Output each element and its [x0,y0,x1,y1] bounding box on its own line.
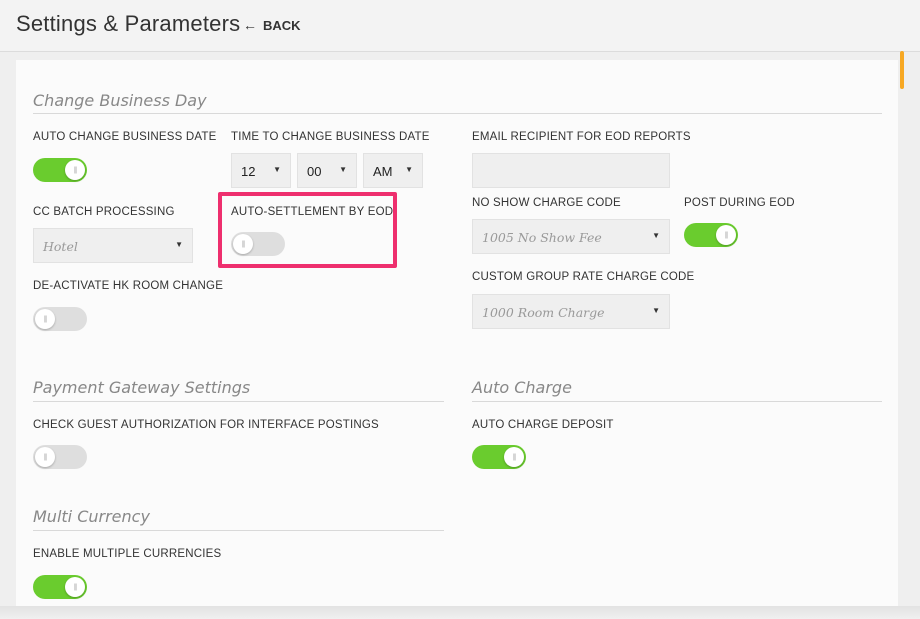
custom-group-rate-label: CUSTOM GROUP RATE CHARGE CODE [472,271,695,283]
section-title-auto-charge: Auto Charge [472,378,572,397]
no-show-charge-code-label: NO SHOW CHARGE CODE [472,197,621,209]
toggle-knob: ||| [35,309,55,329]
group-rate-value: 1000 Room Charge [482,305,605,320]
cc-batch-value: Hotel [43,239,78,254]
auto-settlement-label: AUTO-SETTLEMENT BY EOD [231,206,394,218]
hour-value: 12 [241,164,256,179]
caret-down-icon: ▼ [273,165,281,174]
email-recipient-label: EMAIL RECIPIENT FOR EOD REPORTS [472,131,691,143]
minute-value: 00 [307,164,322,179]
custom-group-rate-select[interactable]: 1000 Room Charge ▼ [472,294,670,329]
grip-icon: ||| [241,240,246,248]
caret-down-icon: ▼ [339,165,347,174]
check-guest-authorization-toggle[interactable]: ||| [33,445,87,469]
scrollbar-thumb[interactable] [900,51,904,89]
hour-select[interactable]: 12 ▼ [231,153,291,188]
auto-charge-deposit-label: AUTO CHARGE DEPOSIT [472,419,614,431]
bottom-edge [0,606,920,619]
auto-charge-deposit-toggle[interactable]: ||| [472,445,526,469]
page-title: Settings & Parameters [16,11,241,36]
scrollbar-track[interactable] [898,52,920,606]
section-title-business-day: Change Business Day [33,91,207,110]
section-divider [33,530,444,531]
enable-multiple-currencies-toggle[interactable]: ||| [33,575,87,599]
check-guest-authorization-label: CHECK GUEST AUTHORIZATION FOR INTERFACE … [33,419,379,431]
section-title-payment-gateway: Payment Gateway Settings [33,378,251,397]
cc-batch-processing-label: CC BATCH PROCESSING [33,206,175,218]
section-title-multi-currency: Multi Currency [33,507,150,526]
caret-down-icon: ▼ [175,240,183,249]
grip-icon: ||| [73,166,78,174]
no-show-charge-code-select[interactable]: 1005 No Show Fee ▼ [472,219,670,254]
auto-change-business-date-toggle[interactable]: ||| [33,158,87,182]
auto-settlement-toggle[interactable]: ||| [231,232,285,256]
deactivate-hk-room-change-toggle[interactable]: ||| [33,307,87,331]
ampm-select[interactable]: AM ▼ [363,153,423,188]
time-to-change-label: TIME TO CHANGE BUSINESS DATE [231,131,430,143]
caret-down-icon: ▼ [652,231,660,240]
minute-select[interactable]: 00 ▼ [297,153,357,188]
enable-multiple-currencies-label: ENABLE MULTIPLE CURRENCIES [33,548,222,560]
section-divider [33,113,882,114]
back-button[interactable]: ← BACK [243,17,301,33]
section-divider [33,401,444,402]
grip-icon: ||| [73,583,78,591]
grip-icon: ||| [512,453,517,461]
grip-icon: ||| [43,453,48,461]
caret-down-icon: ▼ [652,306,660,315]
email-recipient-input[interactable] [472,153,670,188]
auto-change-business-date-label: AUTO CHANGE BUSINESS DATE [33,131,217,143]
toggle-knob: ||| [65,160,85,180]
back-label: BACK [263,17,301,33]
cc-batch-processing-select[interactable]: Hotel ▼ [33,228,193,263]
toggle-knob: ||| [65,577,85,597]
grip-icon: ||| [724,231,729,239]
post-during-eod-label: POST DURING EOD [684,197,795,209]
highlight-box [218,192,397,268]
ampm-value: AM [373,164,393,179]
toggle-knob: ||| [716,225,736,245]
post-during-eod-toggle[interactable]: ||| [684,223,738,247]
no-show-value: 1005 No Show Fee [482,230,602,245]
caret-down-icon: ▼ [405,165,413,174]
toggle-knob: ||| [35,447,55,467]
grip-icon: ||| [43,315,48,323]
top-bar: Settings & Parameters ← BACK [0,0,920,52]
section-divider [472,401,882,402]
deactivate-hk-room-change-label: DE-ACTIVATE HK ROOM CHANGE [33,280,224,292]
back-arrow-icon: ← [243,17,257,33]
toggle-knob: ||| [233,234,253,254]
toggle-knob: ||| [504,447,524,467]
